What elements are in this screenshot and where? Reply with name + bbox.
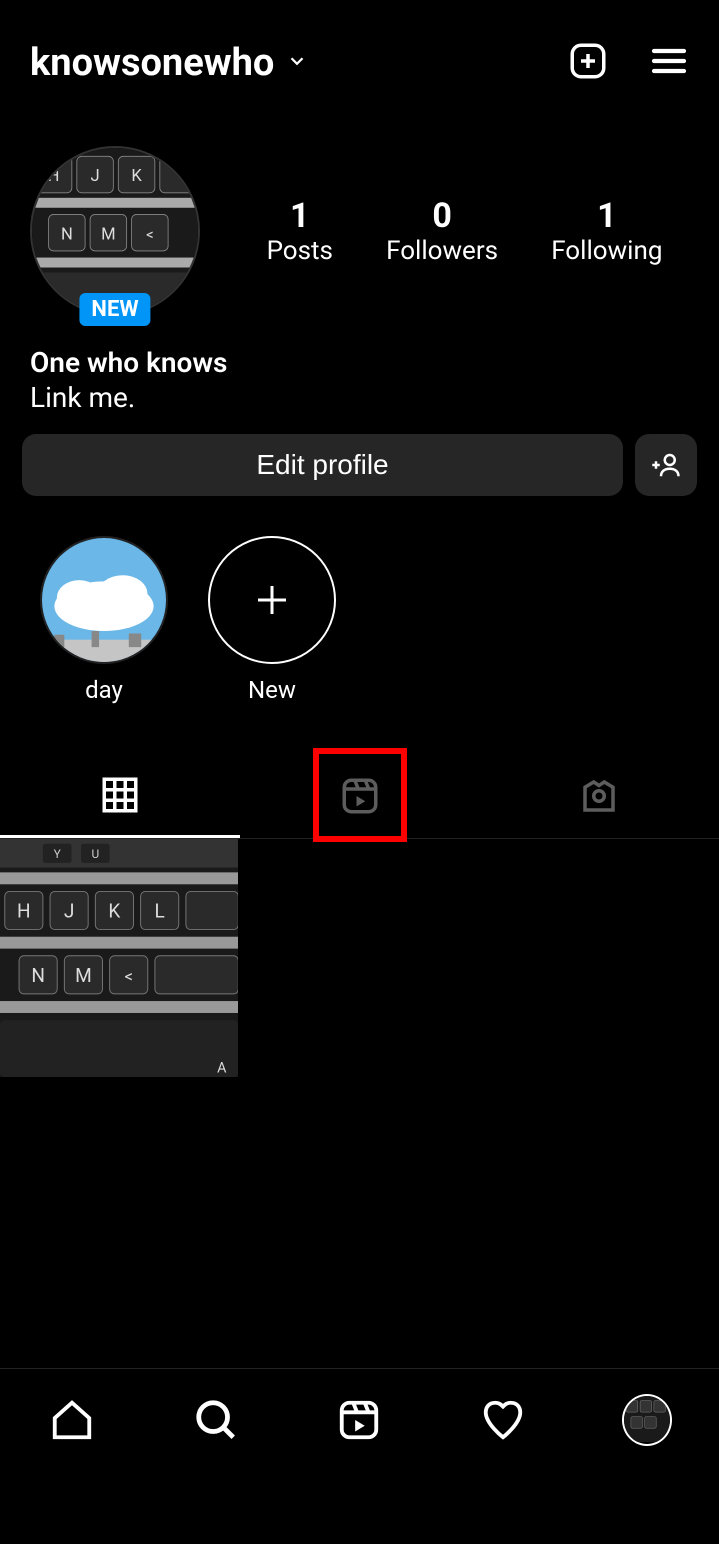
search-icon	[193, 1397, 239, 1443]
highlight-label: New	[248, 676, 296, 704]
followers-count: 0	[386, 196, 498, 236]
reels-icon	[336, 1397, 382, 1443]
svg-text:M: M	[101, 225, 116, 244]
posts-grid: Y U H J K L N M < A	[0, 839, 719, 1077]
username: knowsonewho	[30, 41, 274, 85]
svg-text:K: K	[131, 167, 142, 186]
tab-grid[interactable]	[0, 754, 240, 838]
svg-text:H: H	[17, 900, 31, 923]
tab-reels[interactable]	[240, 754, 480, 838]
bio-text: Link me.	[30, 381, 689, 414]
following-label: Following	[551, 236, 662, 266]
following-stat[interactable]: 1 Following	[551, 196, 662, 266]
display-name: One who knows	[30, 346, 689, 379]
svg-text:K: K	[108, 900, 120, 923]
profile-info: H J K N M < NEW 1 Posts	[0, 106, 719, 326]
posts-count: 1	[267, 196, 333, 236]
nav-search[interactable]	[191, 1395, 241, 1445]
svg-text:H: H	[48, 167, 60, 186]
svg-text:Y: Y	[54, 847, 62, 861]
create-post-button[interactable]	[567, 40, 609, 86]
following-count: 1	[551, 196, 662, 236]
chevron-down-icon	[286, 50, 308, 76]
svg-text:<: <	[146, 225, 154, 243]
new-badge: NEW	[79, 293, 150, 326]
profile-content-tabs	[0, 754, 719, 839]
svg-text:<: <	[124, 968, 132, 987]
add-person-icon	[651, 450, 681, 480]
svg-text:L: L	[155, 900, 165, 923]
edit-profile-button[interactable]: Edit profile	[22, 434, 623, 496]
posts-stat[interactable]: 1 Posts	[267, 196, 333, 266]
highlight-label: day	[85, 676, 123, 704]
post-thumbnail[interactable]: Y U H J K L N M < A	[0, 839, 238, 1077]
grid-icon	[99, 774, 141, 816]
post-image: Y U H J K L N M < A	[0, 839, 238, 1077]
svg-text:N: N	[61, 225, 73, 244]
bio-section: One who knows Link me.	[0, 326, 719, 434]
username-dropdown[interactable]: knowsonewho	[30, 41, 308, 85]
svg-text:A: A	[217, 1061, 227, 1077]
highlight-thumbnail	[42, 536, 166, 664]
svg-text:N: N	[31, 964, 45, 987]
svg-text:U: U	[91, 847, 99, 861]
svg-text:M: M	[75, 964, 92, 987]
menu-button[interactable]	[649, 41, 689, 85]
nav-home[interactable]	[47, 1395, 97, 1445]
reels-icon	[339, 775, 381, 817]
avatar[interactable]: H J K N M < NEW	[30, 146, 200, 316]
profile-stats: 1 Posts 0 Followers 1 Following	[240, 196, 689, 266]
nav-reels[interactable]	[334, 1395, 384, 1445]
profile-header: knowsonewho	[0, 0, 719, 106]
highlight-day[interactable]: day	[40, 536, 168, 704]
edit-profile-row: Edit profile	[0, 434, 719, 496]
highlight-new[interactable]: New	[208, 536, 336, 704]
plus-icon	[248, 576, 296, 624]
nav-profile[interactable]	[622, 1395, 672, 1445]
home-icon	[49, 1397, 95, 1443]
followers-label: Followers	[386, 236, 498, 266]
avatar-image: H J K N M <	[32, 148, 198, 314]
nav-avatar-image	[622, 1394, 672, 1446]
tab-tagged[interactable]	[479, 754, 719, 838]
followers-stat[interactable]: 0 Followers	[386, 196, 498, 266]
tagged-icon	[578, 775, 620, 817]
discover-people-button[interactable]	[635, 434, 697, 496]
header-actions	[567, 40, 689, 86]
nav-activity[interactable]	[478, 1395, 528, 1445]
bottom-nav	[0, 1368, 719, 1544]
svg-text:J: J	[64, 900, 75, 923]
story-highlights: day New	[0, 496, 719, 724]
svg-text:J: J	[91, 167, 100, 186]
heart-icon	[480, 1397, 526, 1443]
posts-label: Posts	[267, 236, 333, 266]
